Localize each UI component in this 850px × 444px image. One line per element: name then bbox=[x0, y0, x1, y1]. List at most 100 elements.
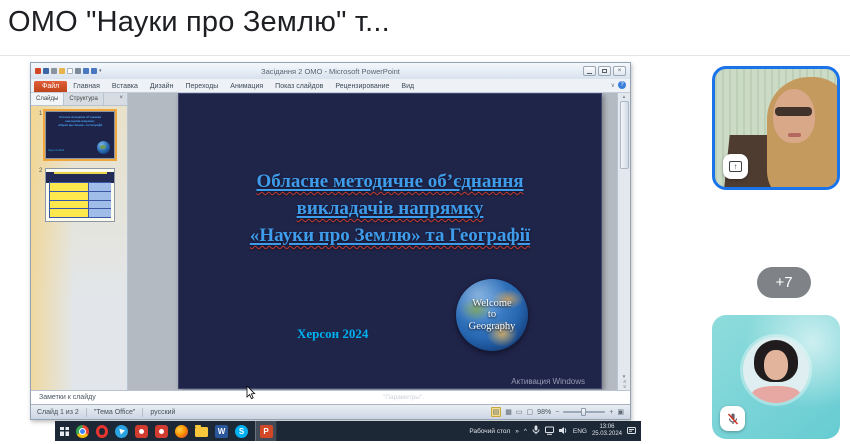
tab-insert[interactable]: Вставка bbox=[106, 81, 144, 92]
save-icon[interactable] bbox=[43, 68, 49, 74]
system-tray[interactable]: Рабочий стол » ^ ENG 13:06 25.03.2024 bbox=[469, 424, 636, 438]
header-divider bbox=[0, 55, 850, 56]
firefox-icon[interactable] bbox=[175, 424, 188, 438]
scrollbar-thumb[interactable] bbox=[619, 101, 629, 169]
previous-slide-icon[interactable]: « bbox=[622, 380, 628, 383]
camera-app-icon[interactable] bbox=[155, 424, 168, 438]
slide-thumb-row-1[interactable]: 1 Обласне методичне об’єднання викладачі… bbox=[39, 109, 123, 161]
print-icon[interactable] bbox=[75, 68, 81, 74]
watermark-ghost-text: "Параметры". bbox=[383, 394, 425, 401]
qat-dropdown-icon[interactable]: ▾ bbox=[99, 68, 102, 74]
ppt-titlebar[interactable]: ▾ Засідання 2 ОМО - Microsoft PowerPoint… bbox=[31, 63, 630, 79]
zoom-slider[interactable] bbox=[563, 408, 606, 416]
powerpoint-window[interactable]: ▾ Засідання 2 ОМО - Microsoft PowerPoint… bbox=[30, 62, 631, 420]
scroll-down-icon[interactable]: ▼ bbox=[622, 374, 626, 379]
tab-home[interactable]: Главная bbox=[67, 81, 106, 92]
tab-transitions[interactable]: Переходы bbox=[179, 81, 224, 92]
tab-file[interactable]: Файл bbox=[34, 81, 68, 92]
slide-location-text[interactable]: Херсон 2024 bbox=[297, 326, 368, 342]
thumb2-table bbox=[49, 182, 112, 218]
vertical-scrollbar[interactable]: ▲ ▼ « » bbox=[617, 93, 630, 390]
telegram-icon[interactable] bbox=[115, 424, 128, 438]
open-icon[interactable] bbox=[59, 68, 65, 74]
recorder-icon[interactable] bbox=[135, 424, 148, 438]
slide-editor[interactable]: Обласне методичне об’єднання викладачів … bbox=[128, 93, 617, 390]
slides-pane[interactable]: Слайды Структура × 1 Обласне методичне о… bbox=[31, 93, 128, 390]
participant-mouth bbox=[788, 133, 801, 137]
word-icon[interactable]: W bbox=[215, 424, 228, 438]
quick-access-toolbar[interactable]: ▾ bbox=[35, 68, 102, 74]
tab-review[interactable]: Рецензирование bbox=[329, 81, 395, 92]
participant-glasses bbox=[775, 107, 812, 116]
undo-icon[interactable] bbox=[83, 68, 89, 74]
close-button[interactable]: × bbox=[613, 66, 626, 76]
tab-slideshow[interactable]: Показ слайдов bbox=[269, 81, 329, 92]
tab-view[interactable]: Вид bbox=[395, 81, 420, 92]
slide-number: 2 bbox=[39, 168, 43, 174]
thumb1-globe-icon bbox=[97, 141, 111, 154]
mic-off-icon bbox=[727, 412, 738, 425]
powerpoint-taskbar-button[interactable]: P bbox=[255, 421, 277, 441]
view-sorter-icon[interactable]: ▦ bbox=[505, 408, 512, 416]
notes-panel[interactable]: Заметки к слайду "Параметры". bbox=[31, 390, 630, 404]
slide-thumbnail-2[interactable] bbox=[45, 168, 116, 222]
more-participants-badge[interactable]: +7 bbox=[757, 267, 811, 298]
participant-video-active[interactable]: ↑ bbox=[712, 66, 840, 190]
table-cell bbox=[50, 209, 88, 217]
slide-thumb-row-2[interactable]: 2 bbox=[39, 168, 123, 222]
help-icon[interactable]: ? bbox=[618, 81, 626, 89]
table-cell bbox=[50, 191, 88, 200]
slide-title[interactable]: Обласне методичне об’єднання викладачів … bbox=[179, 168, 601, 249]
current-slide[interactable]: Обласне методичне об’єднання викладачів … bbox=[178, 93, 602, 389]
fit-to-window-icon[interactable]: ▣ bbox=[617, 408, 624, 416]
toolbar-expand-icon[interactable]: » bbox=[515, 428, 519, 435]
cut-icon[interactable] bbox=[51, 68, 57, 74]
tab-animations[interactable]: Анимация bbox=[224, 81, 269, 92]
tab-slides[interactable]: Слайды bbox=[31, 93, 65, 105]
view-normal-icon[interactable]: ▤ bbox=[490, 407, 502, 417]
tab-outline[interactable]: Структура bbox=[64, 93, 104, 105]
participant-video-muted[interactable] bbox=[712, 315, 840, 439]
new-doc-icon[interactable] bbox=[67, 68, 73, 74]
volume-tray-icon[interactable] bbox=[558, 426, 568, 437]
table-cell bbox=[88, 183, 112, 191]
start-button[interactable] bbox=[60, 426, 69, 436]
microphone-tray-icon[interactable] bbox=[532, 425, 540, 437]
view-reading-icon[interactable]: ▭ bbox=[516, 408, 523, 416]
zoom-out-icon[interactable]: − bbox=[555, 409, 559, 416]
ppt-logo-icon bbox=[35, 68, 41, 74]
avatar-face bbox=[764, 349, 788, 380]
table-cell bbox=[88, 209, 112, 217]
chrome-icon[interactable] bbox=[76, 424, 89, 438]
ppt-statusbar: Слайд 1 из 2 "Тема Office" русский ▤ ▦ ▭… bbox=[31, 404, 630, 419]
redo-icon[interactable] bbox=[91, 68, 97, 74]
restore-button[interactable] bbox=[598, 66, 611, 76]
globe-image[interactable]: Welcome to Geography bbox=[456, 279, 528, 351]
action-center-icon[interactable] bbox=[627, 426, 636, 437]
language-indicator[interactable]: ENG bbox=[573, 428, 587, 435]
zoom-slider-thumb[interactable] bbox=[581, 408, 587, 416]
network-tray-icon[interactable] bbox=[544, 426, 554, 437]
meeting-window: ОМО "Науки про Землю" т... ▾ Засідання 2… bbox=[0, 0, 850, 444]
language-indicator[interactable]: русский bbox=[150, 409, 175, 416]
pane-tabs[interactable]: Слайды Структура × bbox=[31, 93, 127, 106]
windows-taskbar[interactable]: W S P Рабочий стол » ^ ENG 13:06 25.03.2… bbox=[55, 421, 641, 441]
slide-thumbnail-1[interactable]: Обласне методичне об’єднання викладачів … bbox=[43, 109, 118, 161]
table-cell bbox=[88, 191, 112, 200]
ribbon-tab-bar[interactable]: Файл Главная Вставка Дизайн Переходы Ани… bbox=[31, 79, 630, 93]
view-slideshow-icon[interactable]: ▢ bbox=[527, 408, 534, 416]
file-explorer-icon[interactable] bbox=[195, 425, 208, 437]
tab-design[interactable]: Дизайн bbox=[144, 81, 180, 92]
zoom-in-icon[interactable]: + bbox=[609, 409, 613, 416]
ribbon-collapse-icon[interactable]: ∨ bbox=[611, 82, 615, 89]
hidden-icons-caret[interactable]: ^ bbox=[524, 428, 527, 435]
taskbar-clock[interactable]: 13:06 25.03.2024 bbox=[592, 424, 622, 438]
pane-close-icon[interactable]: × bbox=[115, 93, 127, 105]
desktop-toolbar[interactable]: Рабочий стол bbox=[469, 428, 510, 435]
minimize-button[interactable] bbox=[583, 66, 596, 76]
opera-icon[interactable] bbox=[96, 424, 108, 438]
next-slide-icon[interactable]: » bbox=[622, 385, 628, 388]
scroll-up-icon[interactable]: ▲ bbox=[622, 94, 626, 99]
skype-icon[interactable]: S bbox=[235, 424, 248, 438]
window-controls[interactable]: × bbox=[583, 66, 626, 76]
